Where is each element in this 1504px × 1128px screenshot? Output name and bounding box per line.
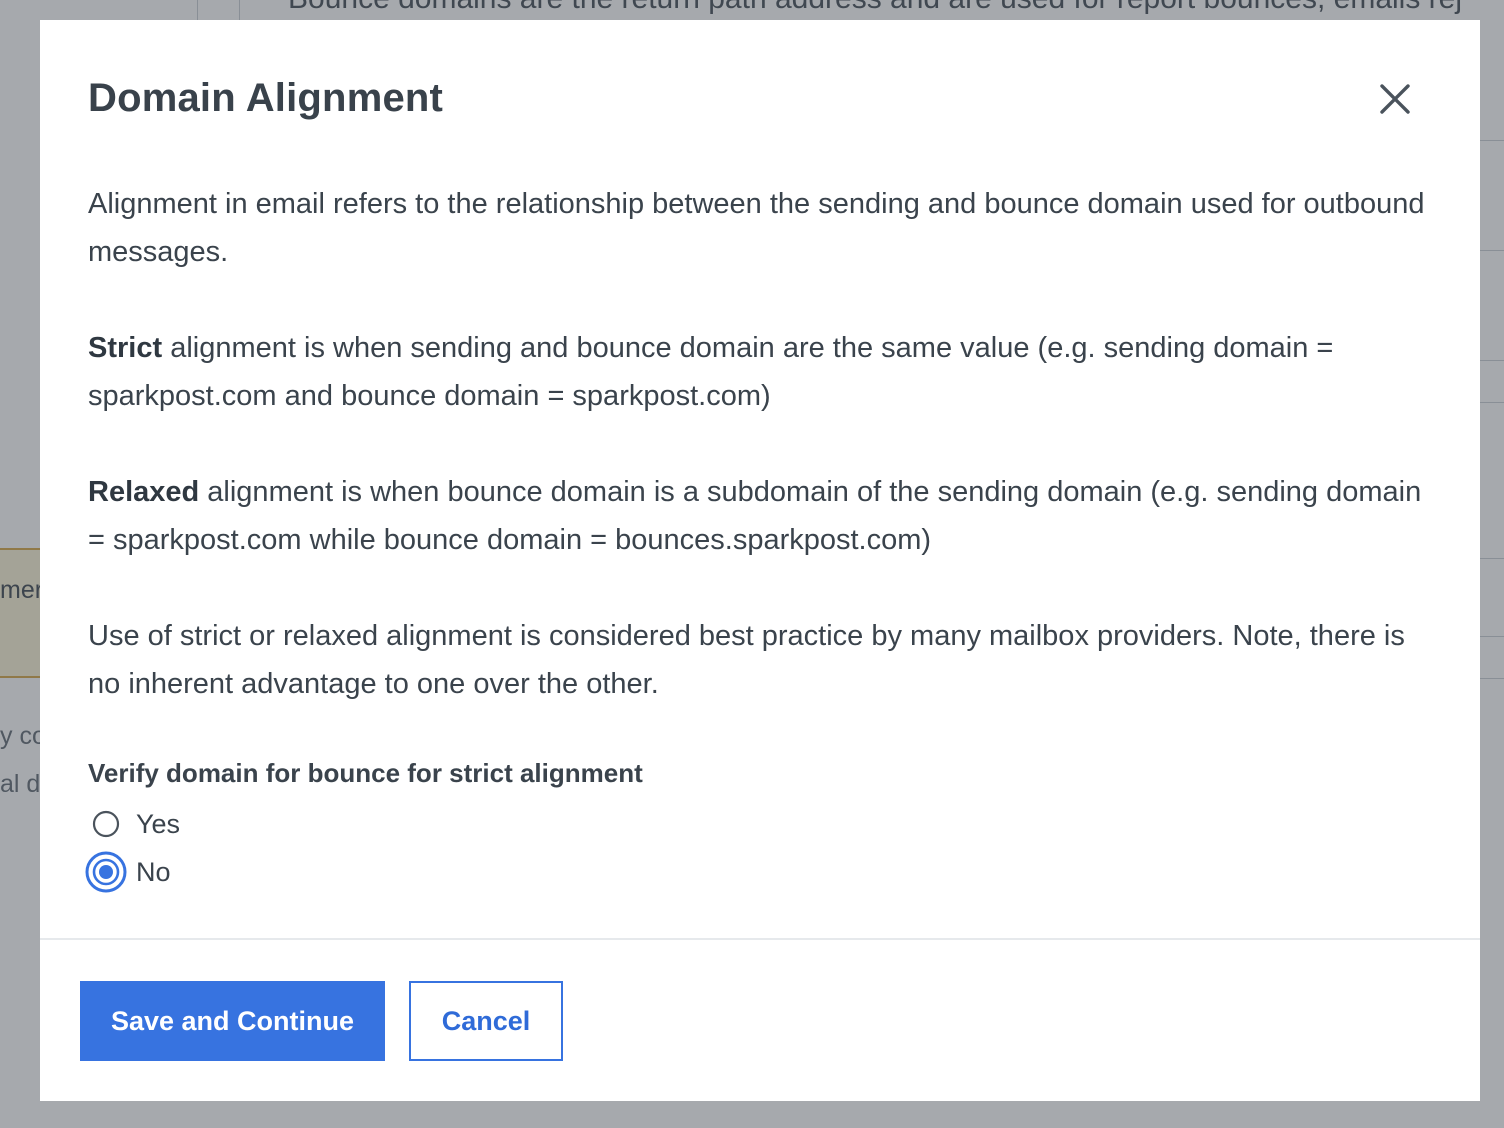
radio-checked-icon[interactable] — [84, 850, 128, 894]
radio-label-yes: Yes — [136, 808, 181, 839]
footer-divider — [40, 938, 1480, 940]
save-and-continue-button[interactable]: Save and Continue — [80, 981, 385, 1061]
radio-option-no[interactable]: No — [84, 850, 171, 894]
intro-paragraph: Alignment in email refers to the relatio… — [88, 188, 1425, 268]
close-button[interactable] — [1373, 77, 1417, 121]
domain-alignment-modal: Domain Alignment Alignment in email refe… — [40, 20, 1480, 1101]
strict-term: Strict — [88, 332, 163, 364]
cancel-button[interactable]: Cancel — [409, 981, 563, 1061]
relaxed-term: Relaxed — [88, 476, 200, 508]
strict-description: alignment is when sending and bounce dom… — [88, 332, 1334, 412]
relaxed-description: alignment is when bounce domain is a sub… — [88, 476, 1422, 556]
best-practice-note: Use of strict or relaxed alignment is co… — [88, 620, 1405, 700]
strict-alignment-paragraph: Strict alignment is when sending and bou… — [88, 324, 1428, 420]
radio-group-label: Verify domain for bounce for strict alig… — [88, 758, 643, 788]
radio-label-no: No — [136, 856, 171, 887]
relaxed-alignment-paragraph: Relaxed alignment is when bounce domain … — [88, 468, 1428, 564]
modal-title: Domain Alignment — [88, 76, 444, 120]
radio-option-yes[interactable]: Yes — [84, 802, 180, 846]
radio-unchecked-icon[interactable] — [84, 802, 128, 846]
close-icon — [1380, 84, 1410, 114]
